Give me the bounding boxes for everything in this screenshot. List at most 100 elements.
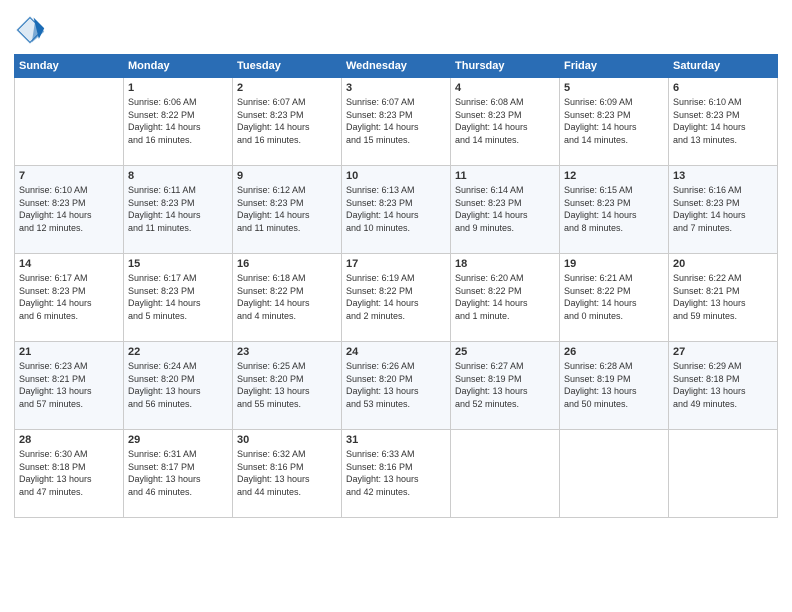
calendar-cell: 21 Sunrise: 6:23 AM Sunset: 8:21 PM Dayli… bbox=[15, 342, 124, 430]
day-number: 23 bbox=[237, 346, 337, 358]
day-number: 11 bbox=[455, 170, 555, 182]
calendar-cell: 25Sunrise: 6:27 AM Sunset: 8:19 PM Dayli… bbox=[451, 342, 560, 430]
calendar-cell: 10 Sunrise: 6:13 AM Sunset: 8:23 PM Dayli… bbox=[342, 166, 451, 254]
weekday-header-monday: Monday bbox=[124, 55, 233, 78]
day-info: Sunrise: 6:23 AM Sunset: 8:21 PM Dayligh… bbox=[19, 360, 119, 410]
calendar-table: SundayMondayTuesdayWednesdayThursdayFrid… bbox=[14, 54, 778, 518]
day-info: Sunrise: 6:11 AM Sunset: 8:23 PM Dayligh… bbox=[128, 184, 228, 234]
calendar-week-3: 14 Sunrise: 6:17 AM Sunset: 8:23 PM Dayli… bbox=[15, 254, 778, 342]
day-number: 16 bbox=[237, 258, 337, 270]
day-number: 14 bbox=[19, 258, 119, 270]
weekday-header-friday: Friday bbox=[560, 55, 669, 78]
day-info: Sunrise: 6:14 AM Sunset: 8:23 PM Dayligh… bbox=[455, 184, 555, 234]
weekday-header-tuesday: Tuesday bbox=[233, 55, 342, 78]
calendar-cell: 22 Sunrise: 6:24 AM Sunset: 8:20 PM Dayli… bbox=[124, 342, 233, 430]
day-info: Sunrise: 6:10 AM Sunset: 8:23 PM Dayligh… bbox=[19, 184, 119, 234]
header bbox=[14, 10, 778, 46]
day-info: Sunrise: 6:17 AM Sunset: 8:23 PM Dayligh… bbox=[19, 272, 119, 322]
calendar-cell: 31 Sunrise: 6:33 AM Sunset: 8:16 PM Dayli… bbox=[342, 430, 451, 518]
day-number: 28 bbox=[19, 434, 119, 446]
day-info: Sunrise: 6:32 AM Sunset: 8:16 PM Dayligh… bbox=[237, 448, 337, 498]
calendar-cell bbox=[451, 430, 560, 518]
calendar-cell bbox=[15, 78, 124, 166]
calendar-cell: 15Sunrise: 6:17 AM Sunset: 8:23 PM Dayli… bbox=[124, 254, 233, 342]
calendar-cell: 9Sunrise: 6:12 AM Sunset: 8:23 PM Daylig… bbox=[233, 166, 342, 254]
day-info: Sunrise: 6:16 AM Sunset: 8:23 PM Dayligh… bbox=[673, 184, 773, 234]
calendar-cell: 13 Sunrise: 6:16 AM Sunset: 8:23 PM Dayli… bbox=[669, 166, 778, 254]
calendar-cell: 28 Sunrise: 6:30 AM Sunset: 8:18 PM Dayli… bbox=[15, 430, 124, 518]
day-info: Sunrise: 6:20 AM Sunset: 8:22 PM Dayligh… bbox=[455, 272, 555, 322]
page: SundayMondayTuesdayWednesdayThursdayFrid… bbox=[0, 0, 792, 612]
calendar-week-4: 21 Sunrise: 6:23 AM Sunset: 8:21 PM Dayli… bbox=[15, 342, 778, 430]
day-info: Sunrise: 6:13 AM Sunset: 8:23 PM Dayligh… bbox=[346, 184, 446, 234]
day-number: 10 bbox=[346, 170, 446, 182]
day-info: Sunrise: 6:07 AM Sunset: 8:23 PM Dayligh… bbox=[237, 96, 337, 146]
weekday-header-saturday: Saturday bbox=[669, 55, 778, 78]
calendar-cell: 29Sunrise: 6:31 AM Sunset: 8:17 PM Dayli… bbox=[124, 430, 233, 518]
day-number: 9 bbox=[237, 170, 337, 182]
day-info: Sunrise: 6:29 AM Sunset: 8:18 PM Dayligh… bbox=[673, 360, 773, 410]
day-number: 22 bbox=[128, 346, 228, 358]
day-info: Sunrise: 6:06 AM Sunset: 8:22 PM Dayligh… bbox=[128, 96, 228, 146]
calendar-cell: 7 Sunrise: 6:10 AM Sunset: 8:23 PM Daylig… bbox=[15, 166, 124, 254]
day-info: Sunrise: 6:33 AM Sunset: 8:16 PM Dayligh… bbox=[346, 448, 446, 498]
day-number: 4 bbox=[455, 82, 555, 94]
day-number: 3 bbox=[346, 82, 446, 94]
day-number: 20 bbox=[673, 258, 773, 270]
day-number: 7 bbox=[19, 170, 119, 182]
weekday-header-row: SundayMondayTuesdayWednesdayThursdayFrid… bbox=[15, 55, 778, 78]
calendar-cell: 24 Sunrise: 6:26 AM Sunset: 8:20 PM Dayli… bbox=[342, 342, 451, 430]
calendar-cell: 16Sunrise: 6:18 AM Sunset: 8:22 PM Dayli… bbox=[233, 254, 342, 342]
day-number: 12 bbox=[564, 170, 664, 182]
day-number: 1 bbox=[128, 82, 228, 94]
weekday-header-thursday: Thursday bbox=[451, 55, 560, 78]
logo bbox=[14, 14, 50, 46]
calendar-cell: 14 Sunrise: 6:17 AM Sunset: 8:23 PM Dayli… bbox=[15, 254, 124, 342]
day-info: Sunrise: 6:26 AM Sunset: 8:20 PM Dayligh… bbox=[346, 360, 446, 410]
calendar-cell: 6 Sunrise: 6:10 AM Sunset: 8:23 PM Daylig… bbox=[669, 78, 778, 166]
day-info: Sunrise: 6:28 AM Sunset: 8:19 PM Dayligh… bbox=[564, 360, 664, 410]
day-number: 19 bbox=[564, 258, 664, 270]
calendar-cell: 20 Sunrise: 6:22 AM Sunset: 8:21 PM Dayli… bbox=[669, 254, 778, 342]
calendar-cell bbox=[669, 430, 778, 518]
calendar-cell: 18 Sunrise: 6:20 AM Sunset: 8:22 PM Dayli… bbox=[451, 254, 560, 342]
day-number: 26 bbox=[564, 346, 664, 358]
weekday-header-wednesday: Wednesday bbox=[342, 55, 451, 78]
day-number: 18 bbox=[455, 258, 555, 270]
calendar-week-2: 7 Sunrise: 6:10 AM Sunset: 8:23 PM Daylig… bbox=[15, 166, 778, 254]
day-info: Sunrise: 6:19 AM Sunset: 8:22 PM Dayligh… bbox=[346, 272, 446, 322]
day-number: 30 bbox=[237, 434, 337, 446]
calendar-cell: 3 Sunrise: 6:07 AM Sunset: 8:23 PM Daylig… bbox=[342, 78, 451, 166]
calendar-cell: 23Sunrise: 6:25 AM Sunset: 8:20 PM Dayli… bbox=[233, 342, 342, 430]
day-number: 31 bbox=[346, 434, 446, 446]
day-info: Sunrise: 6:10 AM Sunset: 8:23 PM Dayligh… bbox=[673, 96, 773, 146]
weekday-header-sunday: Sunday bbox=[15, 55, 124, 78]
day-number: 29 bbox=[128, 434, 228, 446]
day-info: Sunrise: 6:22 AM Sunset: 8:21 PM Dayligh… bbox=[673, 272, 773, 322]
calendar-cell: 26 Sunrise: 6:28 AM Sunset: 8:19 PM Dayli… bbox=[560, 342, 669, 430]
day-info: Sunrise: 6:09 AM Sunset: 8:23 PM Dayligh… bbox=[564, 96, 664, 146]
day-info: Sunrise: 6:08 AM Sunset: 8:23 PM Dayligh… bbox=[455, 96, 555, 146]
calendar-cell: 30 Sunrise: 6:32 AM Sunset: 8:16 PM Dayli… bbox=[233, 430, 342, 518]
day-info: Sunrise: 6:07 AM Sunset: 8:23 PM Dayligh… bbox=[346, 96, 446, 146]
calendar-week-5: 28 Sunrise: 6:30 AM Sunset: 8:18 PM Dayli… bbox=[15, 430, 778, 518]
day-number: 15 bbox=[128, 258, 228, 270]
day-number: 21 bbox=[19, 346, 119, 358]
day-number: 2 bbox=[237, 82, 337, 94]
day-number: 13 bbox=[673, 170, 773, 182]
calendar-cell: 17Sunrise: 6:19 AM Sunset: 8:22 PM Dayli… bbox=[342, 254, 451, 342]
logo-icon bbox=[14, 14, 46, 46]
day-number: 6 bbox=[673, 82, 773, 94]
day-info: Sunrise: 6:24 AM Sunset: 8:20 PM Dayligh… bbox=[128, 360, 228, 410]
day-info: Sunrise: 6:21 AM Sunset: 8:22 PM Dayligh… bbox=[564, 272, 664, 322]
day-number: 24 bbox=[346, 346, 446, 358]
calendar-week-1: 1 Sunrise: 6:06 AM Sunset: 8:22 PM Daylig… bbox=[15, 78, 778, 166]
calendar-cell: 19 Sunrise: 6:21 AM Sunset: 8:22 PM Dayli… bbox=[560, 254, 669, 342]
day-info: Sunrise: 6:30 AM Sunset: 8:18 PM Dayligh… bbox=[19, 448, 119, 498]
day-number: 27 bbox=[673, 346, 773, 358]
calendar-cell: 4 Sunrise: 6:08 AM Sunset: 8:23 PM Daylig… bbox=[451, 78, 560, 166]
day-info: Sunrise: 6:27 AM Sunset: 8:19 PM Dayligh… bbox=[455, 360, 555, 410]
calendar-cell: 1 Sunrise: 6:06 AM Sunset: 8:22 PM Daylig… bbox=[124, 78, 233, 166]
day-number: 5 bbox=[564, 82, 664, 94]
calendar-cell: 8Sunrise: 6:11 AM Sunset: 8:23 PM Daylig… bbox=[124, 166, 233, 254]
